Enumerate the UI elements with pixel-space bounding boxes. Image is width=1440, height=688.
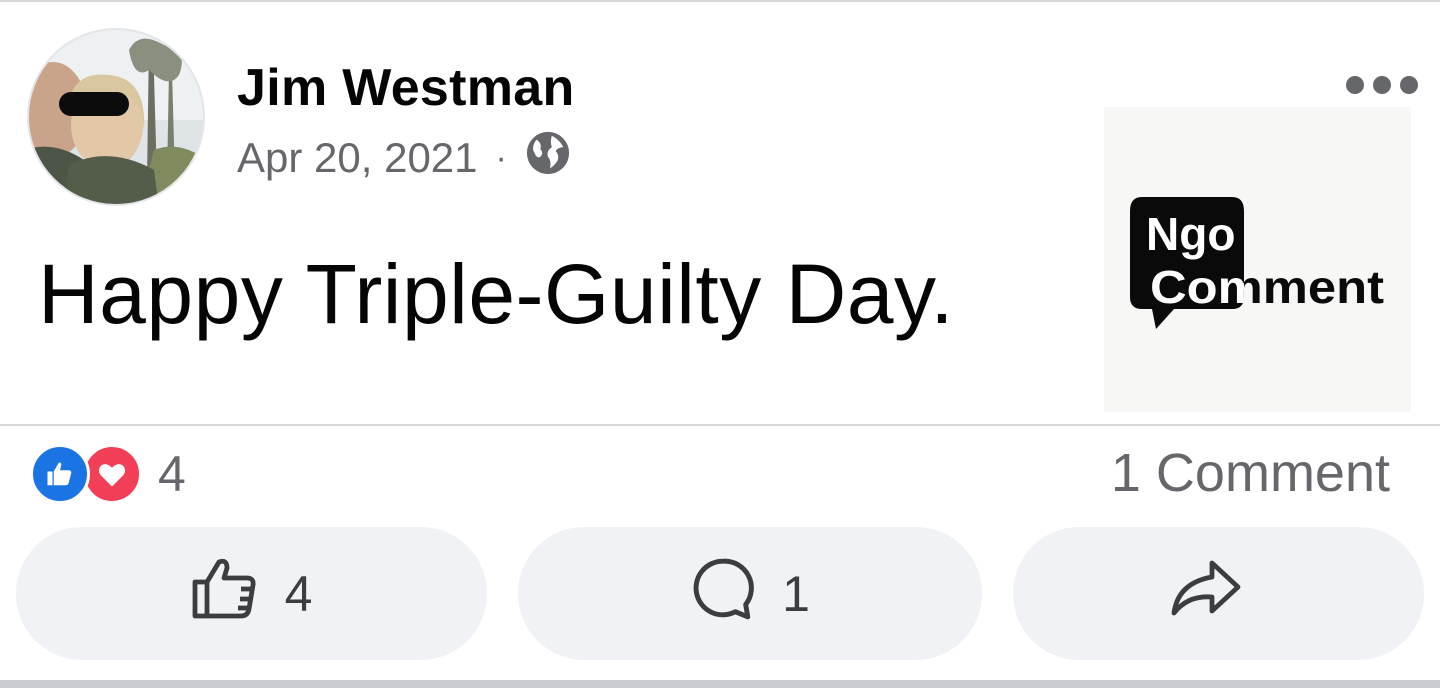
like-reaction-icon [30, 444, 90, 504]
love-reaction-icon [82, 444, 142, 504]
like-button[interactable]: 4 [16, 527, 487, 660]
bottom-divider [0, 680, 1440, 688]
thumbs-up-icon [191, 556, 259, 632]
avatar[interactable] [27, 28, 205, 206]
post-text: Happy Triple-Guilty Day. [38, 247, 955, 341]
top-divider [0, 0, 1440, 2]
reaction-count: 4 [158, 446, 186, 502]
comments-count-link[interactable]: 1 Comment [1111, 442, 1390, 504]
section-divider [0, 424, 1440, 426]
more-options-icon[interactable] [1346, 72, 1418, 98]
comment-bubble-icon [690, 555, 756, 633]
reactions-summary[interactable]: 4 [30, 443, 186, 505]
author-name[interactable]: Jim Westman [237, 58, 575, 118]
comment-count: 1 [782, 565, 810, 622]
comment-button[interactable]: 1 [518, 527, 982, 660]
post-meta: Apr 20, 2021 · [237, 130, 571, 186]
share-arrow-icon [1170, 559, 1242, 629]
post-date[interactable]: Apr 20, 2021 [237, 134, 478, 182]
avatar-photo [29, 30, 203, 204]
like-count: 4 [284, 565, 313, 622]
svg-text:Ngo: Ngo [1146, 208, 1235, 260]
globe-icon [525, 130, 571, 186]
share-button[interactable] [1013, 527, 1424, 660]
meta-separator: · [495, 138, 507, 177]
watermark-logo: Ngo Comment Comment [1104, 107, 1411, 412]
